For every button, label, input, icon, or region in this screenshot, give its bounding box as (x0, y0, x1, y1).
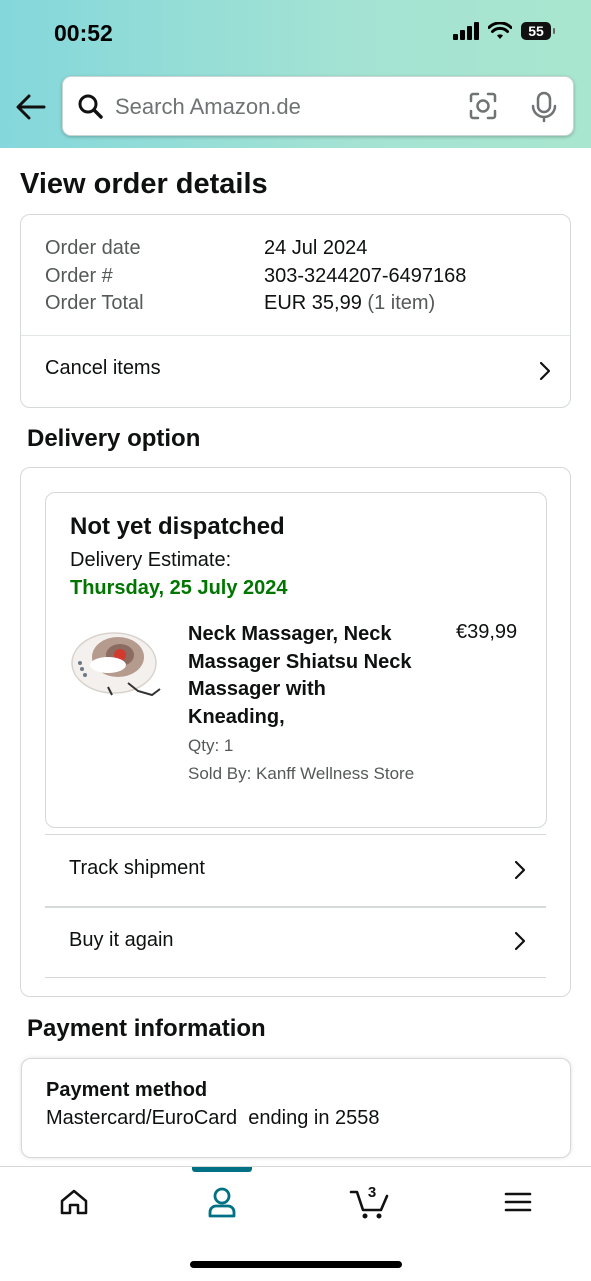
product-image[interactable] (68, 621, 168, 707)
order-total-amount: EUR 35,99 (264, 292, 362, 314)
status-icons: 55 (453, 22, 555, 40)
microphone-icon[interactable] (531, 91, 557, 123)
track-shipment-link[interactable]: Track shipment (45, 835, 546, 905)
chevron-right-icon (539, 361, 551, 381)
product-price: €39,99 (456, 621, 518, 643)
search-icon[interactable] (77, 93, 103, 119)
buy-again-link[interactable]: Buy it again (45, 908, 546, 976)
chevron-right-icon (514, 931, 526, 951)
cancel-items-label: Cancel items (45, 357, 161, 379)
account-icon (208, 1187, 235, 1218)
payment-method-value: Mastercard/EuroCard ending in 2558 (46, 1107, 380, 1129)
track-shipment-label: Track shipment (69, 857, 205, 879)
order-number-value: 303-3244207-6497168 (264, 265, 467, 287)
nav-account[interactable] (148, 1167, 295, 1237)
order-total-value: EUR 35,99 (1 item) (264, 292, 435, 315)
divider (45, 977, 546, 978)
signal-icon (453, 22, 479, 40)
delivery-estimate-label: Delivery Estimate: (70, 549, 232, 571)
shipment-card: Not yet dispatched Delivery Estimate: Th… (45, 492, 547, 828)
status-time: 00:52 (54, 20, 113, 46)
shipment-status: Not yet dispatched (70, 513, 285, 540)
order-date-value: 24 Jul 2024 (264, 237, 368, 259)
nav-menu[interactable] (444, 1167, 591, 1237)
chevron-right-icon (514, 860, 526, 880)
order-number-label: Order # (45, 265, 113, 287)
cart-count: 3 (367, 1184, 375, 1201)
nav-home[interactable] (0, 1167, 147, 1237)
product-seller: Sold By: Kanff Wellness Store (188, 764, 415, 783)
product-title[interactable]: Neck Massager, Neck Massager Shiatsu Nec… (188, 621, 428, 731)
home-indicator (190, 1261, 402, 1268)
delivery-section-title: Delivery option (27, 425, 201, 452)
payment-method-label: Payment method (46, 1079, 208, 1101)
search-input[interactable] (113, 87, 457, 127)
cancel-items-link[interactable]: Cancel items (21, 336, 570, 406)
payment-method-card[interactable]: Payment method Mastercard/EuroCard endin… (21, 1058, 571, 1158)
app-header: 00:52 55 (0, 0, 591, 148)
product-quantity: Qty: 1 (188, 736, 234, 755)
cart-icon: 3 (349, 1184, 388, 1219)
payment-section-title: Payment information (27, 1015, 266, 1042)
battery-icon: 55 (521, 22, 555, 40)
camera-scan-icon[interactable] (469, 92, 497, 120)
delivery-card: Not yet dispatched Delivery Estimate: Th… (20, 467, 571, 997)
search-bar[interactable] (62, 76, 574, 136)
back-arrow-icon[interactable] (14, 90, 48, 124)
order-total-label: Order Total (45, 292, 144, 314)
nav-cart[interactable]: 3 (296, 1167, 443, 1237)
buy-again-label: Buy it again (69, 929, 174, 951)
order-item-count: (1 item) (367, 292, 436, 314)
order-date-label: Order date (45, 237, 141, 259)
order-summary-card: Order date 24 Jul 2024 Order # 303-32442… (20, 214, 571, 408)
menu-icon (504, 1192, 531, 1212)
wifi-icon (488, 22, 512, 39)
home-icon (60, 1189, 87, 1215)
delivery-estimate-date: Thursday, 25 July 2024 (70, 577, 288, 599)
page-title: View order details (20, 168, 268, 200)
